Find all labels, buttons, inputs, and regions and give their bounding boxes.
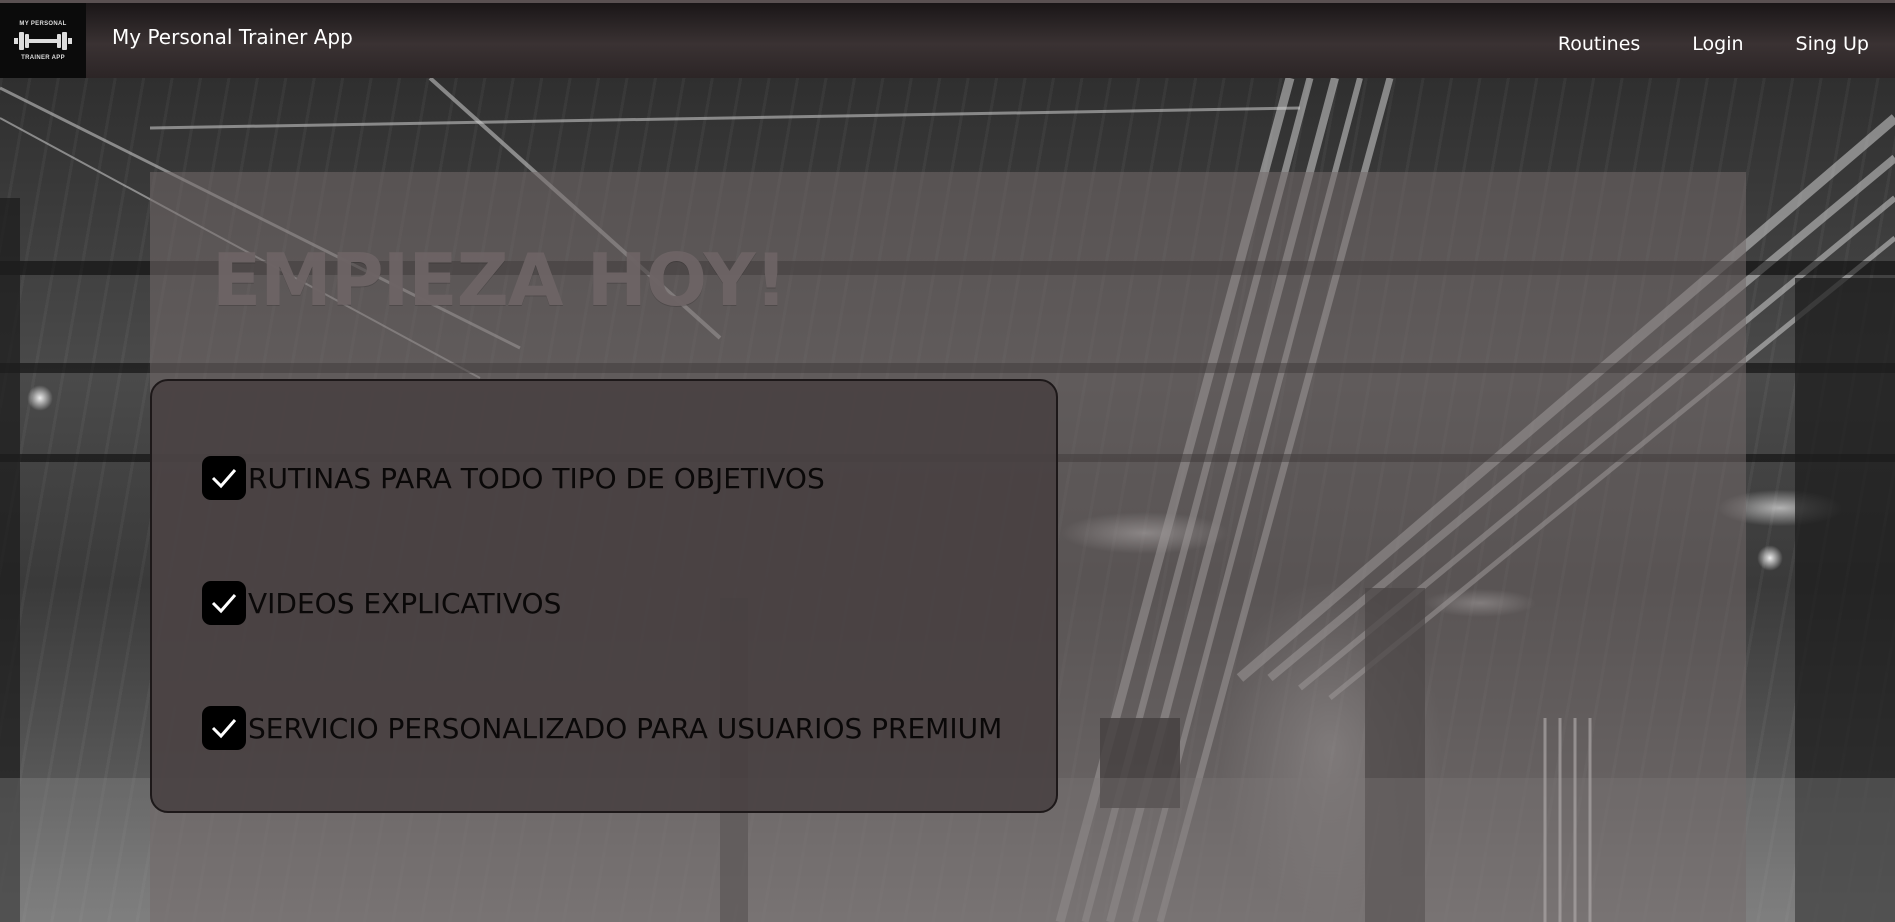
checkmark-icon [202, 706, 246, 750]
top-navbar: MY PERSONAL TRAINER APP My Personal Trai… [0, 0, 1895, 78]
feature-item: SERVICIO PERSONALIZADO PARA USUARIOS PRE… [202, 706, 1002, 750]
nav-link-routines[interactable]: Routines [1558, 33, 1640, 55]
feature-text: SERVICIO PERSONALIZADO PARA USUARIOS PRE… [248, 711, 1003, 745]
hero-background: EMPIEZA HOY! RUTINAS PARA TODO TIPO DE O… [0, 78, 1895, 922]
logo-text-line2: TRAINER APP [21, 54, 65, 61]
nav-links: Routines Login Sing Up [1506, 33, 1869, 55]
feature-text: VIDEOS EXPLICATIVOS [248, 586, 562, 620]
feature-item: VIDEOS EXPLICATIVOS [202, 581, 561, 625]
checkmark-icon [202, 581, 246, 625]
nav-link-signup[interactable]: Sing Up [1796, 33, 1869, 55]
feature-text: RUTINAS PARA TODO TIPO DE OBJETIVOS [248, 461, 825, 495]
app-logo[interactable]: MY PERSONAL TRAINER APP [0, 3, 86, 78]
nav-link-login[interactable]: Login [1692, 33, 1743, 55]
feature-item: RUTINAS PARA TODO TIPO DE OBJETIVOS [202, 456, 825, 500]
brand-title[interactable]: My Personal Trainer App [112, 25, 353, 49]
features-box: RUTINAS PARA TODO TIPO DE OBJETIVOS VIDE… [150, 379, 1058, 813]
checkmark-icon [202, 456, 246, 500]
logo-text-line1: MY PERSONAL [19, 20, 67, 27]
dumbbell-icon [14, 31, 72, 50]
hero-title: EMPIEZA HOY! [212, 238, 787, 322]
